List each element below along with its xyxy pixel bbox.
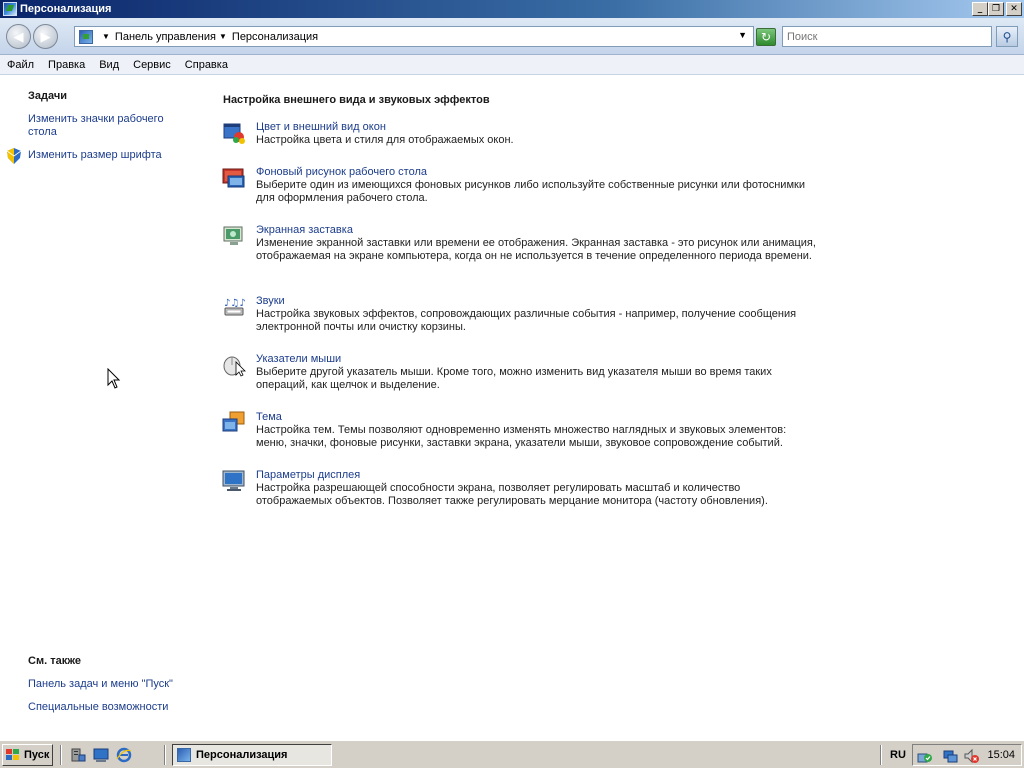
language-indicator[interactable]: RU: [890, 749, 906, 761]
mouse-cursor-icon: [107, 368, 121, 389]
clock[interactable]: 15:04: [987, 749, 1015, 761]
address-field[interactable]: ▼ Панель управления ▼ Персонализация ▼: [74, 26, 754, 47]
item-description: Настройка цвета и стиля для отображаемых…: [256, 134, 514, 146]
link-accessibility[interactable]: Специальные возможности: [28, 701, 188, 714]
tray-separator: [880, 745, 882, 765]
start-button[interactable]: Пуск: [2, 744, 53, 766]
item-title[interactable]: Параметры дисплея: [256, 469, 360, 481]
item-description: Настройка звуковых эффектов, сопровождаю…: [256, 308, 797, 333]
network-tray-icon[interactable]: [943, 748, 959, 764]
sounds-icon: ♪♫♪: [224, 298, 246, 316]
mouse-pointer-icon: [223, 356, 246, 377]
page-title: Настройка внешнего вида и звуковых эффек…: [223, 94, 490, 106]
item-title[interactable]: Звуки: [256, 295, 285, 307]
internet-explorer-icon[interactable]: [116, 747, 132, 763]
window-title: Персонализация: [20, 3, 112, 15]
taskbar-separator: [164, 745, 166, 765]
forward-button[interactable]: ▶: [33, 24, 58, 49]
theme-icon: [222, 411, 245, 432]
item-description: Выберите один из имеющихся фоновых рисун…: [256, 179, 805, 204]
volume-muted-icon[interactable]: [963, 748, 979, 764]
desktop-background-icon: [222, 168, 245, 188]
item-title[interactable]: Тема: [256, 411, 282, 423]
window-color-icon: [223, 123, 245, 144]
taskbar: Пуск Персонализация RU 15:04: [0, 740, 1024, 768]
search-button[interactable]: ⚲: [996, 26, 1018, 47]
item-description: Настройка разрешающей способности экрана…: [256, 482, 768, 507]
display-settings-icon: [222, 470, 245, 491]
breadcrumb-personalization[interactable]: Персонализация: [232, 31, 318, 43]
control-panel-icon: [3, 2, 17, 16]
security-tray-icon[interactable]: [917, 748, 933, 764]
show-desktop-icon[interactable]: [93, 747, 109, 763]
window-controls: _ ❐ ✕: [972, 2, 1022, 16]
restore-button[interactable]: ❐: [988, 2, 1004, 16]
item-title[interactable]: Экранная заставка: [256, 224, 353, 236]
address-toolbar: ◀ ▶ ▼ Панель управления ▼ Персонализация…: [0, 18, 1024, 55]
tasks-heading: Задачи: [28, 90, 67, 102]
chevron-right-icon[interactable]: ▼: [102, 32, 110, 41]
shield-icon: [7, 148, 21, 164]
title-bar: Персонализация _ ❐ ✕: [0, 0, 1024, 18]
control-panel-icon: [177, 748, 191, 762]
refresh-button[interactable]: ↻: [756, 28, 776, 46]
task-change-desktop-icons[interactable]: Изменить значки рабочего стола: [28, 113, 188, 139]
arrow-left-icon: ◀: [13, 28, 24, 44]
search-icon: ⚲: [1002, 29, 1012, 44]
control-panel-icon: [79, 29, 93, 44]
menu-help[interactable]: Справка: [180, 59, 233, 71]
taskbar-window-personalization[interactable]: Персонализация: [172, 744, 332, 766]
system-tray: 15:04: [912, 744, 1022, 766]
server-manager-icon[interactable]: [70, 747, 86, 763]
taskbar-window-label: Персонализация: [196, 749, 288, 761]
back-button[interactable]: ◀: [6, 24, 31, 49]
search-input[interactable]: [782, 26, 992, 47]
start-label: Пуск: [24, 749, 50, 761]
screensaver-icon: [223, 226, 243, 245]
svg-text:♪♫♪: ♪♫♪: [224, 298, 246, 309]
menu-tools[interactable]: Сервис: [128, 59, 176, 71]
item-title[interactable]: Цвет и внешний вид окон: [256, 121, 386, 133]
minimize-button[interactable]: _: [972, 2, 988, 16]
chevron-down-icon[interactable]: ▼: [738, 30, 747, 40]
link-taskbar-start-menu[interactable]: Панель задач и меню "Пуск": [28, 678, 188, 691]
windows-logo-icon: [6, 749, 19, 760]
breadcrumb-control-panel[interactable]: Панель управления: [115, 31, 216, 43]
menu-bar: Файл Правка Вид Сервис Справка: [0, 55, 1024, 75]
arrow-right-icon: ▶: [40, 28, 51, 44]
item-title[interactable]: Фоновый рисунок рабочего стола: [256, 166, 427, 178]
chevron-right-icon[interactable]: ▼: [219, 32, 227, 41]
item-description: Выберите другой указатель мыши. Кроме то…: [256, 366, 772, 391]
item-title[interactable]: Указатели мыши: [256, 353, 341, 365]
see-also-heading: См. также: [28, 655, 81, 667]
refresh-icon: ↻: [760, 30, 772, 44]
menu-view[interactable]: Вид: [94, 59, 124, 71]
close-button[interactable]: ✕: [1006, 2, 1022, 16]
item-description: Настройка тем. Темы позволяют одновремен…: [256, 424, 787, 449]
item-description: Изменение экранной заставки или времени …: [256, 237, 816, 262]
menu-file[interactable]: Файл: [2, 59, 39, 71]
task-change-font-size[interactable]: Изменить размер шрифта: [28, 149, 188, 162]
menu-edit[interactable]: Правка: [43, 59, 90, 71]
quicklaunch-separator: [60, 745, 62, 765]
